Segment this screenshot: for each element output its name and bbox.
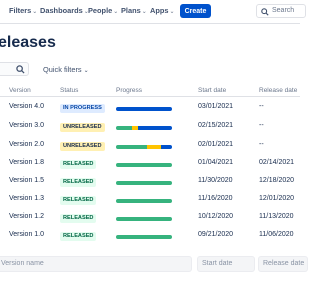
chevron-down-icon: ⌄	[83, 68, 89, 74]
nav-people[interactable]: People⌄	[88, 6, 118, 15]
progress-done-segment	[116, 126, 132, 130]
chevron-down-icon: ⌄	[169, 9, 175, 15]
column-header-progress[interactable]: Progress	[116, 87, 142, 94]
nav-apps[interactable]: Apps⌄	[150, 6, 175, 15]
nav-plans[interactable]: Plans⌄	[121, 6, 147, 15]
quick-filters-label: Quick filters	[43, 65, 82, 74]
start-date: 09/21/2020	[198, 231, 234, 238]
version-name[interactable]: Version 1.2	[9, 213, 44, 220]
progress-bar	[116, 107, 172, 111]
start-date: 03/01/2021	[198, 103, 234, 110]
nav-apps-label: Apps	[150, 6, 169, 15]
release-date: 11/13/2020	[259, 213, 294, 220]
table-header-divider	[0, 96, 300, 97]
status-badge: UNRELEASED	[60, 123, 105, 132]
release-date: --	[259, 141, 264, 148]
progress-done-segment	[116, 145, 147, 149]
status-badge: UNRELEASED	[60, 142, 105, 151]
status-badge: IN PROGRESS	[60, 104, 105, 113]
chevron-down-icon: ⌄	[113, 9, 119, 15]
nav-dashboards-label: Dashboards	[40, 6, 83, 15]
start-date-input[interactable]: Start date	[197, 256, 255, 272]
start-date: 01/04/2021	[198, 159, 234, 166]
release-date-input[interactable]: Release date	[258, 256, 308, 272]
start-date: 11/16/2020	[198, 195, 233, 202]
nav-people-label: People	[88, 6, 113, 15]
column-header-version[interactable]: Version	[9, 87, 31, 94]
progress-in-progress-segment	[131, 126, 139, 130]
status-badge: RELEASED	[60, 178, 97, 187]
top-navigation: Filters⌄ Dashboards⌄ People⌄ Plans⌄ Apps…	[0, 0, 306, 24]
global-search-input[interactable]: Search	[256, 4, 306, 18]
version-name[interactable]: Version 1.5	[9, 177, 44, 184]
status-badge: RELEASED	[60, 214, 97, 223]
status-badge: RELEASED	[60, 160, 97, 169]
search-icon	[16, 65, 25, 74]
release-date: 11/06/2020	[259, 231, 294, 238]
chevron-down-icon: ⌄	[32, 9, 38, 15]
progress-in-progress-segment	[146, 145, 161, 149]
progress-done-segment	[116, 163, 172, 167]
version-name-input[interactable]: Version name	[0, 256, 192, 272]
progress-todo-segment	[116, 107, 172, 111]
table-row[interactable]: Version 1.5 RELEASED 11/30/2020 12/18/20…	[0, 173, 300, 191]
start-date: 10/12/2020	[198, 213, 234, 220]
version-name[interactable]: Version 4.0	[9, 103, 44, 110]
table-row[interactable]: Version 2.0 UNRELEASED 02/01/2021 --	[0, 137, 300, 155]
quick-filters-dropdown[interactable]: Quick filters ⌄	[43, 65, 89, 74]
release-date: 12/18/2020	[259, 177, 295, 184]
table-row[interactable]: Version 1.2 RELEASED 10/12/2020 11/13/20…	[0, 209, 300, 227]
status-badge: RELEASED	[60, 196, 97, 205]
column-header-start-date[interactable]: Start date	[198, 87, 226, 94]
version-name[interactable]: Version 1.3	[9, 195, 44, 202]
progress-done-segment	[116, 181, 172, 185]
start-date-placeholder: Start date	[202, 260, 233, 267]
progress-todo-segment	[138, 126, 172, 130]
search-placeholder: Search	[272, 7, 295, 14]
version-name[interactable]: Version 1.8	[9, 159, 44, 166]
create-button[interactable]: Create	[180, 4, 211, 18]
table-row[interactable]: Version 1.0 RELEASED 09/21/2020 11/06/20…	[0, 227, 300, 245]
progress-todo-segment	[160, 145, 172, 149]
progress-done-segment	[116, 217, 172, 221]
table-row[interactable]: Version 1.8 RELEASED 01/04/2021 02/14/20…	[0, 155, 300, 173]
progress-bar	[116, 217, 172, 221]
page-title: eleases	[0, 34, 56, 51]
start-date: 02/01/2021	[198, 141, 234, 148]
filter-search-input[interactable]	[0, 62, 29, 76]
status-badge: RELEASED	[60, 232, 97, 241]
progress-bar	[116, 181, 172, 185]
progress-done-segment	[116, 235, 172, 239]
progress-bar	[116, 163, 172, 167]
version-name-placeholder: Version name	[1, 260, 44, 267]
chevron-down-icon: ⌄	[141, 9, 147, 15]
release-date: --	[259, 103, 264, 110]
column-header-release-date[interactable]: Release date	[259, 87, 297, 94]
progress-bar	[116, 145, 172, 149]
nav-plans-label: Plans	[121, 6, 141, 15]
release-date: 02/14/2021	[259, 159, 295, 166]
version-name[interactable]: Version 3.0	[9, 122, 44, 129]
progress-done-segment	[116, 199, 172, 203]
start-date: 11/30/2020	[198, 177, 233, 184]
table-row[interactable]: Version 1.3 RELEASED 11/16/2020 12/01/20…	[0, 191, 300, 209]
release-date: --	[259, 122, 264, 129]
nav-dashboards[interactable]: Dashboards⌄	[40, 6, 89, 15]
nav-filters-label: Filters	[9, 6, 32, 15]
table-row[interactable]: Version 4.0 IN PROGRESS 03/01/2021 --	[0, 99, 300, 117]
release-date: 12/01/2020	[259, 195, 295, 202]
progress-bar	[116, 199, 172, 203]
start-date: 02/15/2021	[198, 122, 234, 129]
release-date-placeholder: Release date	[263, 260, 305, 267]
progress-bar	[116, 126, 172, 130]
search-icon	[261, 8, 269, 16]
table-row[interactable]: Version 3.0 UNRELEASED 02/15/2021 --	[0, 118, 300, 136]
version-name[interactable]: Version 2.0	[9, 141, 44, 148]
nav-filters[interactable]: Filters⌄	[9, 6, 37, 15]
column-header-status[interactable]: Status	[60, 87, 78, 94]
version-name[interactable]: Version 1.0	[9, 231, 44, 238]
progress-bar	[116, 235, 172, 239]
